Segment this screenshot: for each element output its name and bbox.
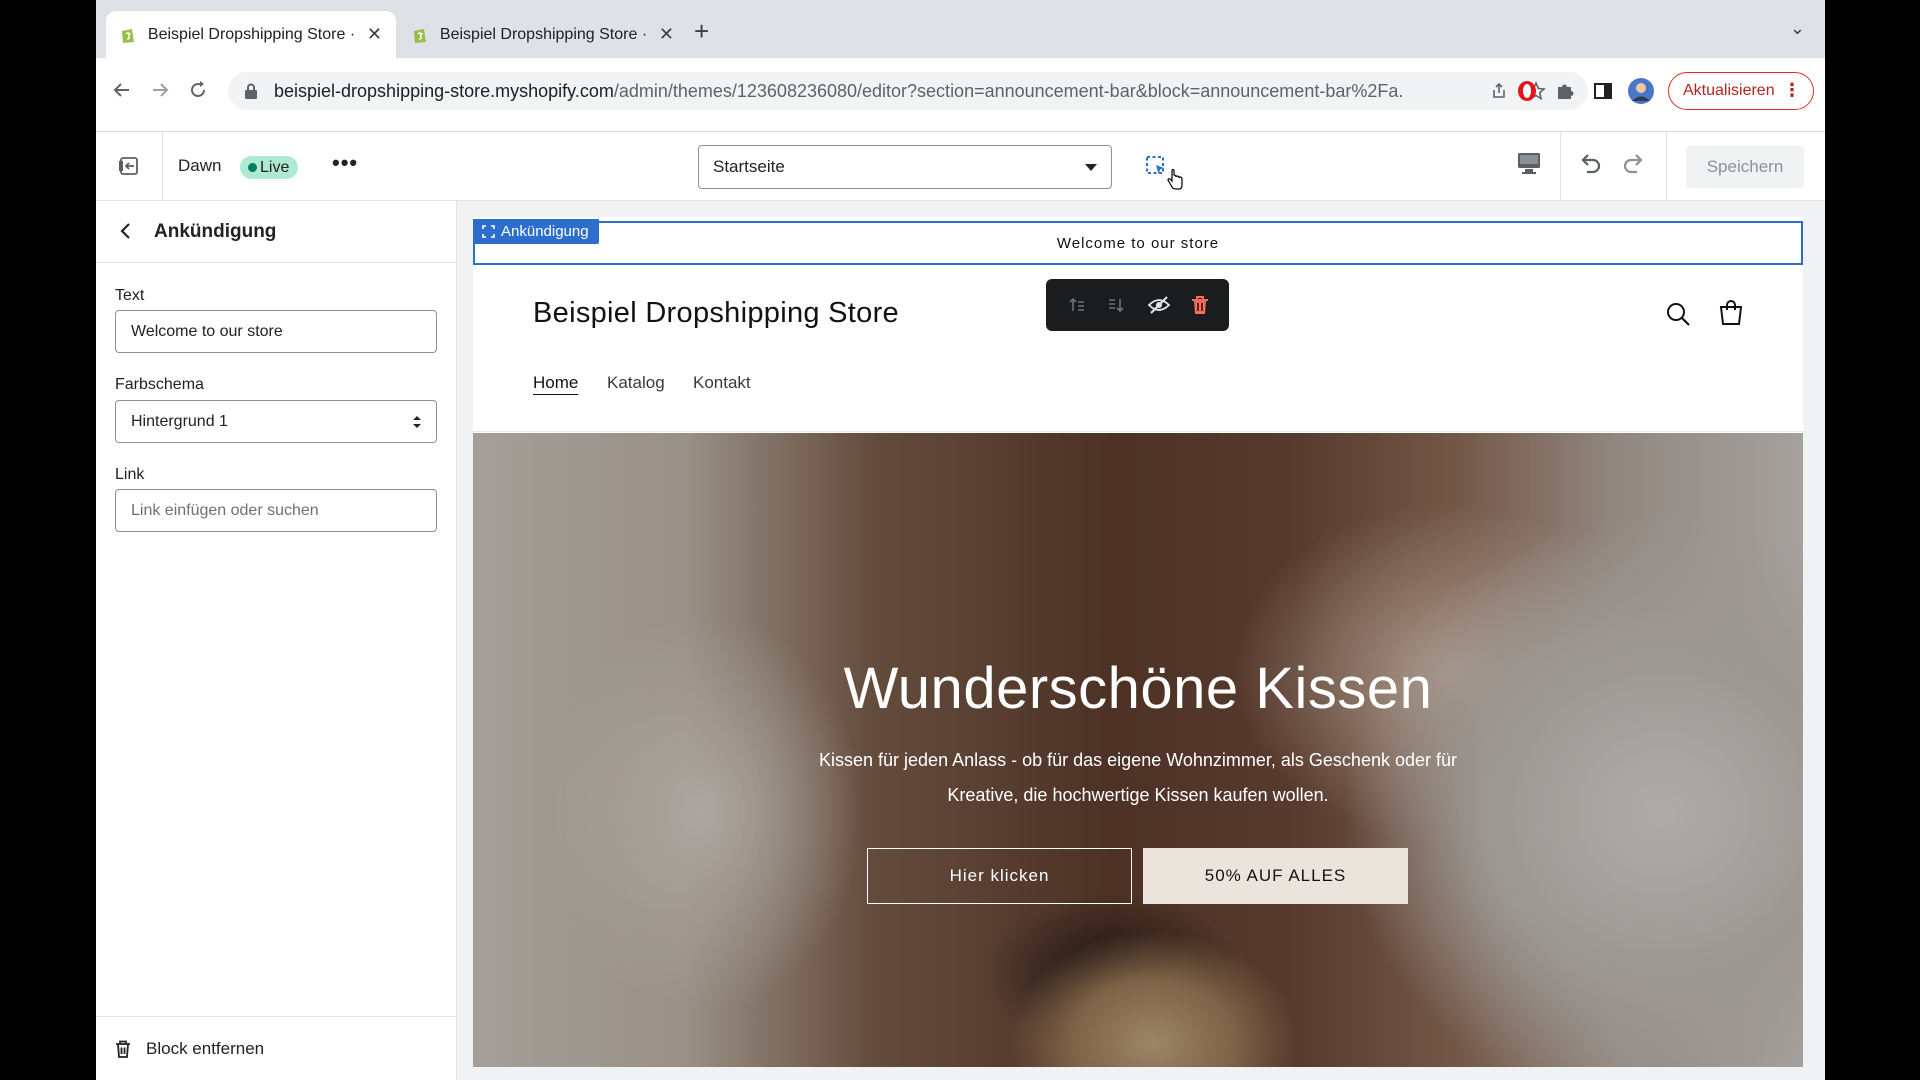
update-label: Aktualisieren	[1683, 82, 1775, 99]
panel-title: Ankündigung	[154, 221, 277, 242]
tab-title: Beispiel Dropshipping Store · D	[147, 25, 357, 43]
color-scheme-label: Farbschema	[115, 376, 204, 393]
avatar[interactable]	[1624, 74, 1658, 108]
hero-title: Wunderschöne Kissen	[843, 656, 1433, 721]
page-select[interactable]: Startseite	[698, 145, 1112, 189]
move-up-icon[interactable]	[1065, 294, 1087, 316]
select-area-icon	[1146, 156, 1164, 174]
browser-menu-icon[interactable]: ⋮	[1783, 80, 1801, 101]
trash-icon	[116, 1040, 130, 1058]
omnibox[interactable]: beispiel-dropshipping-store.myshopify.co…	[228, 72, 1588, 110]
tab-search-icon[interactable]: ⌄	[1790, 18, 1805, 39]
address-bar-row: beispiel-dropshipping-store.myshopify.co…	[96, 58, 1825, 132]
announcement-bar[interactable]: Welcome to our store	[473, 221, 1803, 265]
link-field-label: Link	[115, 466, 145, 483]
new-tab-icon[interactable]: +	[694, 16, 709, 47]
caret-down-icon	[1085, 164, 1097, 171]
store-preview: Ankündigung Welcome to our store Beispie…	[473, 217, 1803, 1067]
arrow-left-icon	[113, 83, 129, 97]
hero-secondary-button[interactable]: 50% AUF ALLES	[1143, 848, 1408, 904]
search-icon[interactable]	[1665, 301, 1691, 327]
tab-bar: Beispiel Dropshipping Store · D ✕ Beispi…	[96, 0, 1825, 58]
settings-panel: Ankündigung Text Welcome to our store Fa…	[96, 201, 457, 1080]
tab-title: Beispiel Dropshipping Store · E	[439, 25, 649, 43]
back-button[interactable]	[104, 72, 140, 108]
update-browser-button[interactable]: Aktualisieren ⋮	[1668, 72, 1814, 110]
hide-icon[interactable]	[1147, 294, 1171, 316]
close-icon[interactable]: ✕	[659, 24, 674, 45]
hero-banner: Wunderschöne Kissen Kissen für jeden Anl…	[473, 433, 1803, 1067]
undo-icon[interactable]	[1576, 150, 1604, 178]
tab-1[interactable]: Beispiel Dropshipping Store · D ✕	[106, 11, 396, 58]
desktop-view-icon[interactable]	[1516, 150, 1542, 176]
page-select-value: Startseite	[713, 157, 785, 176]
save-button[interactable]: Speichern	[1686, 146, 1804, 188]
hero-primary-button[interactable]: Hier klicken	[867, 848, 1132, 904]
store-logo-text[interactable]: Beispiel Dropshipping Store	[533, 297, 899, 330]
text-field-label: Text	[115, 287, 145, 304]
chevron-left-icon[interactable]	[118, 221, 134, 241]
browser-window: Beispiel Dropshipping Store · D ✕ Beispi…	[96, 0, 1825, 1080]
panel-header: Ankündigung	[96, 201, 456, 263]
color-scheme-value: Hintergrund 1	[131, 412, 228, 430]
divider	[1666, 132, 1667, 200]
url-host: beispiel-dropshipping-store.myshopify.co…	[274, 80, 614, 101]
nav-home[interactable]: Home	[533, 373, 578, 393]
theme-name: Dawn	[178, 156, 222, 175]
live-badge: Live	[240, 156, 299, 179]
tab-2[interactable]: Beispiel Dropshipping Store · E ✕	[398, 11, 688, 58]
text-input[interactable]: Welcome to our store	[115, 310, 437, 353]
reload-icon	[191, 81, 205, 97]
remove-block-button[interactable]: Block entfernen	[96, 1016, 456, 1080]
color-scheme-select[interactable]: Hintergrund 1	[115, 400, 437, 443]
announcement-text: Welcome to our store	[1056, 234, 1220, 252]
exit-editor-button[interactable]	[96, 132, 163, 200]
forward-button[interactable]	[142, 72, 178, 108]
selected-section-label: Ankündigung	[501, 223, 589, 240]
share-icon[interactable]	[1490, 82, 1508, 100]
side-panel-icon[interactable]	[1586, 74, 1620, 108]
url-path: /admin/themes/123608236080/editor?sectio…	[613, 80, 1404, 101]
shopify-favicon-icon	[121, 28, 134, 43]
close-icon[interactable]: ✕	[367, 24, 382, 45]
redo-icon[interactable]	[1620, 150, 1648, 178]
divider	[1560, 132, 1561, 200]
delete-icon[interactable]	[1190, 294, 1210, 316]
store-header: Beispiel Dropshipping Store Home Katalog…	[473, 267, 1803, 432]
lock-icon	[245, 83, 257, 99]
select-arrows-icon	[413, 416, 421, 428]
editor-top-bar: Dawn Live ••• Startseite Speichern	[96, 132, 1825, 201]
block-toolbar	[1046, 279, 1229, 331]
preview-area: Ankündigung Welcome to our store Beispie…	[457, 201, 1825, 1080]
opera-extension-icon[interactable]	[1510, 74, 1544, 108]
section-select-icon	[482, 225, 495, 238]
puzzle-extension-icon[interactable]	[1548, 74, 1582, 108]
arrow-right-icon	[153, 83, 169, 97]
hero-text: Kissen für jeden Anlass - ob für das eig…	[819, 750, 1457, 805]
move-down-icon[interactable]	[1106, 294, 1128, 316]
hand-cursor-icon	[1167, 169, 1183, 190]
link-input[interactable]: Link einfügen oder suchen	[115, 489, 437, 532]
nav-katalog[interactable]: Katalog	[607, 373, 665, 393]
nav-kontakt[interactable]: Kontakt	[693, 373, 751, 393]
exit-icon	[119, 157, 138, 175]
shopify-favicon-icon	[413, 28, 426, 43]
reload-button[interactable]	[180, 72, 216, 108]
remove-block-label: Block entfernen	[146, 1038, 265, 1058]
more-actions-button[interactable]: •••	[332, 150, 358, 176]
cart-icon[interactable]	[1717, 299, 1745, 327]
selected-section-tag: Ankündigung	[473, 219, 599, 244]
